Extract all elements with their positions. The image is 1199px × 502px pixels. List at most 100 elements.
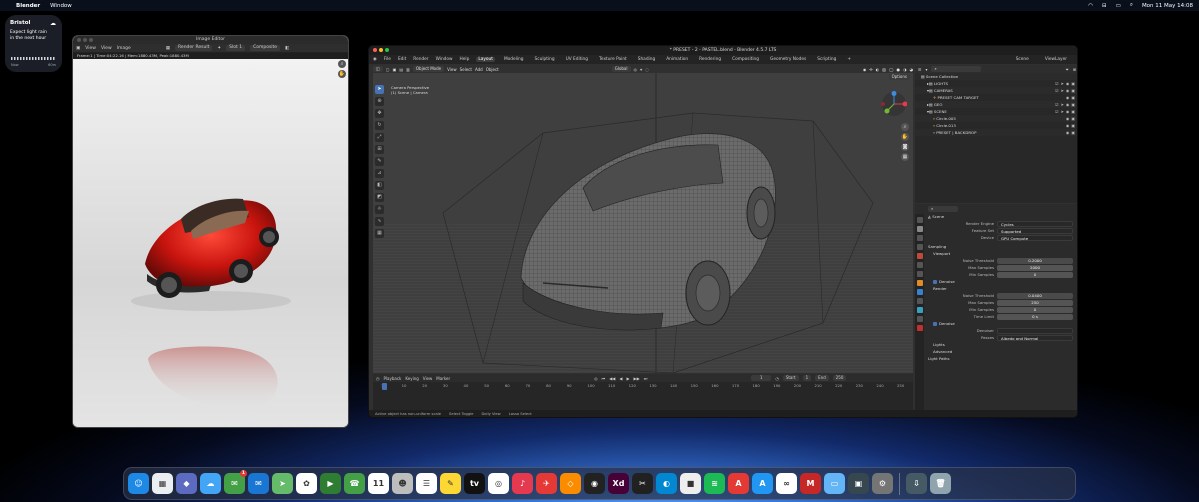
next-key-icon[interactable]: ▶▶ <box>634 376 640 381</box>
tab-texture-paint[interactable]: Texture Paint <box>597 57 629 62</box>
menu-window[interactable]: Window <box>436 57 453 62</box>
image-tool-icon[interactable]: ▦ <box>375 229 384 238</box>
snap-icon[interactable]: ⌖ <box>640 67 642 72</box>
phone-icon[interactable]: ☎ <box>344 473 365 494</box>
menu-view[interactable]: View <box>447 67 457 72</box>
reminders-icon[interactable]: ☰ <box>416 473 437 494</box>
tab-uv-editing[interactable]: UV Editing <box>564 57 590 62</box>
properties-search-input[interactable]: ⌕ <box>928 205 958 212</box>
outliner-item[interactable]: ▿ PRESET | BACKDROP ◉ ▣ <box>915 129 1077 136</box>
xray-icon[interactable]: ▨ <box>882 67 886 72</box>
outliner-item[interactable]: ▤ Scene Collection <box>915 73 1077 80</box>
overlay-icon[interactable]: ◐ <box>876 67 880 72</box>
maps-icon[interactable]: ➤ <box>272 473 293 494</box>
camera-tool-icon[interactable]: ◩ <box>375 193 384 202</box>
advanced-subpanel-header[interactable]: Advanced <box>925 348 1077 355</box>
play-icon[interactable]: ▶ <box>626 376 629 381</box>
slot-select[interactable]: Slot 1 <box>226 45 246 51</box>
light-tool-icon[interactable]: ☼ <box>375 205 384 214</box>
end-frame-field[interactable]: 250 <box>832 375 847 381</box>
blender-titlebar[interactable]: * PRESET - 2 - PASTEL.blend - Blender 4.… <box>369 46 1077 55</box>
options-button[interactable]: Options <box>888 74 910 80</box>
filter-icon[interactable]: ⏷ <box>1066 67 1069 72</box>
viewport-denoise-header[interactable]: Denoise <box>925 278 1077 285</box>
close-icon[interactable] <box>373 48 377 52</box>
eye-icon[interactable]: ◉ <box>1066 81 1069 86</box>
apple-tv-icon[interactable]: tv <box>464 473 485 494</box>
eye-icon[interactable]: ◉ <box>1066 109 1069 114</box>
measure-tool-icon[interactable]: ⊿ <box>375 169 384 178</box>
record-icon[interactable]: ◎ <box>594 376 598 381</box>
image-editor-titlebar[interactable]: Image Editor <box>73 36 348 44</box>
downloads-icon[interactable]: ⇩ <box>906 473 927 494</box>
contacts-icon[interactable]: ☻ <box>392 473 413 494</box>
tab-shading[interactable]: Shading <box>636 57 657 62</box>
tab-layout[interactable]: Layout <box>476 57 495 62</box>
play-reverse-icon[interactable]: ◀ <box>619 376 622 381</box>
tab-animation[interactable]: Animation <box>664 57 690 62</box>
outliner-item[interactable]: ▸▤ LIGHTS ☑ ➤ ◉ ▣ <box>915 80 1077 87</box>
trash-icon[interactable]: 🗑 <box>930 473 951 494</box>
wifi-icon[interactable]: ◠ <box>1088 3 1093 9</box>
minimize-icon[interactable] <box>83 38 87 42</box>
render-icon[interactable]: ▣ <box>1071 116 1075 121</box>
current-frame-field[interactable]: 1 <box>751 375 772 381</box>
creative-cloud-icon[interactable]: ∞ <box>776 473 797 494</box>
menu-object[interactable]: Object <box>486 67 499 72</box>
tab-scripting[interactable]: Scripting <box>815 57 838 62</box>
pivot-icon[interactable]: ◎ <box>634 67 638 72</box>
annotate-tool-icon[interactable]: ✎ <box>375 157 384 166</box>
acrobat-icon[interactable]: A <box>728 473 749 494</box>
menu-select[interactable]: Select <box>460 67 472 72</box>
render-icon[interactable]: ▣ <box>1071 102 1075 107</box>
checkbox-icon[interactable]: ☑ <box>1055 102 1059 107</box>
checkbox-icon[interactable]: ☑ <box>1055 109 1059 114</box>
system-settings-icon[interactable]: ⚙ <box>872 473 893 494</box>
tool-tab-icon[interactable] <box>916 217 923 223</box>
menu-render[interactable]: Render <box>413 57 428 62</box>
outliner[interactable]: ☰ ▾ ⌕ ⏷ ⊞ ▤ Scene Collection ▸▤ LIGHTS ☑ ➤… <box>915 65 1077 203</box>
outliner-search-input[interactable]: ⌕ <box>931 66 982 72</box>
menu-view-2[interactable]: View <box>101 46 112 51</box>
jump-end-icon[interactable]: ⏭ <box>644 376 648 381</box>
select-new-icon[interactable]: ▣ <box>393 67 397 72</box>
calendar-icon[interactable]: 11 <box>368 473 389 494</box>
menu-playback[interactable]: Playback <box>384 376 402 381</box>
checkbox-icon[interactable]: ☑ <box>1055 88 1059 93</box>
playhead[interactable] <box>382 383 387 390</box>
select-subtract-icon[interactable]: ▥ <box>406 67 410 72</box>
outliner-item[interactable]: ▾▤ SCENE ☑ ➤ ◉ ▣ <box>915 108 1077 115</box>
world-tab-icon[interactable] <box>916 262 923 268</box>
editor-type-icon[interactable]: ◫ <box>373 66 383 72</box>
zoom-icon[interactable]: ⌕ <box>901 123 909 131</box>
menu-marker[interactable]: Marker <box>436 376 450 381</box>
menu-file[interactable]: File <box>384 57 391 62</box>
menu-add[interactable]: Add <box>475 67 483 72</box>
render-tab-icon[interactable] <box>916 226 923 232</box>
zoom-icon[interactable]: ⌕ <box>338 60 346 68</box>
gizmo-toggle-icon[interactable]: ✣ <box>869 67 872 72</box>
constraints-tab-icon[interactable] <box>916 316 923 322</box>
tab-sculpting[interactable]: Sculpting <box>533 57 557 62</box>
search-icon[interactable]: ⌕ <box>1130 2 1133 9</box>
grid-icon[interactable]: ▦ <box>901 153 909 161</box>
viewport-subpanel-header[interactable]: Viewport <box>925 250 1077 257</box>
add-workspace-button[interactable]: + <box>845 57 853 62</box>
pin-icon[interactable]: ✦ <box>217 46 221 51</box>
material-tab-icon[interactable] <box>916 325 923 331</box>
mail-icon[interactable]: ✉ <box>248 473 269 494</box>
tab-geometry-nodes[interactable]: Geometry Nodes <box>768 57 808 62</box>
render-icon[interactable]: ▣ <box>1071 130 1075 135</box>
render-canvas[interactable] <box>73 59 348 427</box>
menu-window[interactable]: Window <box>50 3 72 9</box>
sampling-panel-header[interactable]: Sampling <box>925 243 1077 250</box>
checkbox-icon[interactable]: ☑ <box>1055 81 1059 86</box>
menu-help[interactable]: Help <box>460 57 470 62</box>
device-select[interactable]: GPU Compute <box>997 234 1073 241</box>
feature-set-select[interactable]: Supported <box>997 227 1073 234</box>
eye-icon[interactable]: ◉ <box>1066 95 1069 100</box>
teams-icon[interactable]: ◎ <box>488 473 509 494</box>
minimize-icon[interactable] <box>379 48 383 52</box>
app-store-icon[interactable]: A <box>752 473 773 494</box>
select-icon[interactable]: ➤ <box>1061 102 1064 107</box>
